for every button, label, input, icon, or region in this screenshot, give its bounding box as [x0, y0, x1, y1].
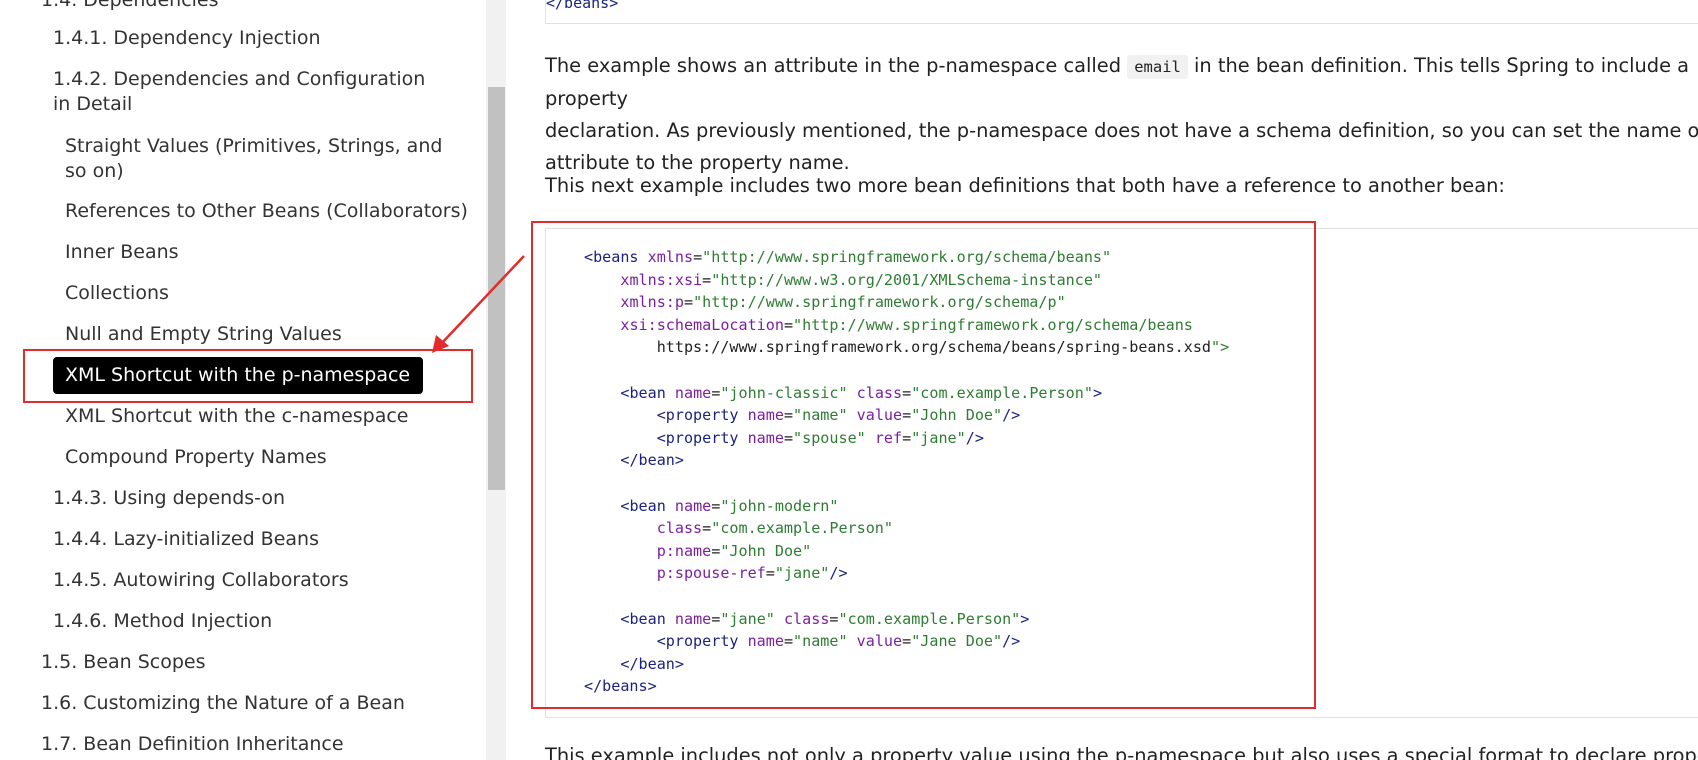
paragraph-example-includes: This example includes not only a propert…: [545, 744, 1698, 760]
previous-code-closing-tag: </beans>: [546, 0, 619, 12]
inline-code-email: email: [1127, 55, 1188, 79]
para1-text-a: The example shows an attribute in the p-…: [545, 54, 1128, 77]
highlight-box-sidebar: [23, 349, 473, 403]
toc-item-null-empty-strings[interactable]: Null and Empty String Values: [65, 322, 342, 347]
toc-item-autowiring[interactable]: 1.4.5. Autowiring Collaborators: [53, 568, 349, 593]
toc-item-method-injection[interactable]: 1.4.6. Method Injection: [53, 609, 272, 634]
toc-item-lazy-initialized[interactable]: 1.4.4. Lazy-initialized Beans: [53, 527, 319, 552]
toc-item-bean-scopes[interactable]: 1.5. Bean Scopes: [41, 650, 206, 675]
toc-item-dependency-injection[interactable]: 1.4.1. Dependency Injection: [53, 26, 321, 51]
sidebar-scrollbar-thumb[interactable]: [488, 87, 505, 490]
toc-item-inner-beans[interactable]: Inner Beans: [65, 240, 179, 265]
previous-code-block: [545, 0, 1698, 24]
paragraph-p-namespace-explanation: The example shows an attribute in the p-…: [545, 50, 1698, 179]
toc-item-dependencies-configuration[interactable]: 1.4.2. Dependencies and Configuration in…: [53, 67, 433, 117]
para1-text-c: declaration. As previously mentioned, th…: [545, 119, 1698, 142]
toc-item-depends-on[interactable]: 1.4.3. Using depends-on: [53, 486, 285, 511]
paragraph-next-example: This next example includes two more bean…: [545, 174, 1505, 197]
toc-item-bean-definition-inheritance[interactable]: 1.7. Bean Definition Inheritance: [41, 732, 344, 757]
toc-item-straight-values[interactable]: Straight Values (Primitives, Strings, an…: [65, 134, 445, 184]
toc-item-references-other-beans[interactable]: References to Other Beans (Collaborators…: [65, 199, 468, 224]
toc-item-dependencies[interactable]: 1.4. Dependencies: [41, 0, 219, 13]
toc-item-c-namespace[interactable]: XML Shortcut with the c-namespace: [65, 404, 409, 429]
toc-item-collections[interactable]: Collections: [65, 281, 169, 306]
toc-item-compound-property-names[interactable]: Compound Property Names: [65, 445, 327, 470]
highlight-box-code: [531, 221, 1316, 709]
toc-item-customizing-nature[interactable]: 1.6. Customizing the Nature of a Bean: [41, 691, 405, 716]
